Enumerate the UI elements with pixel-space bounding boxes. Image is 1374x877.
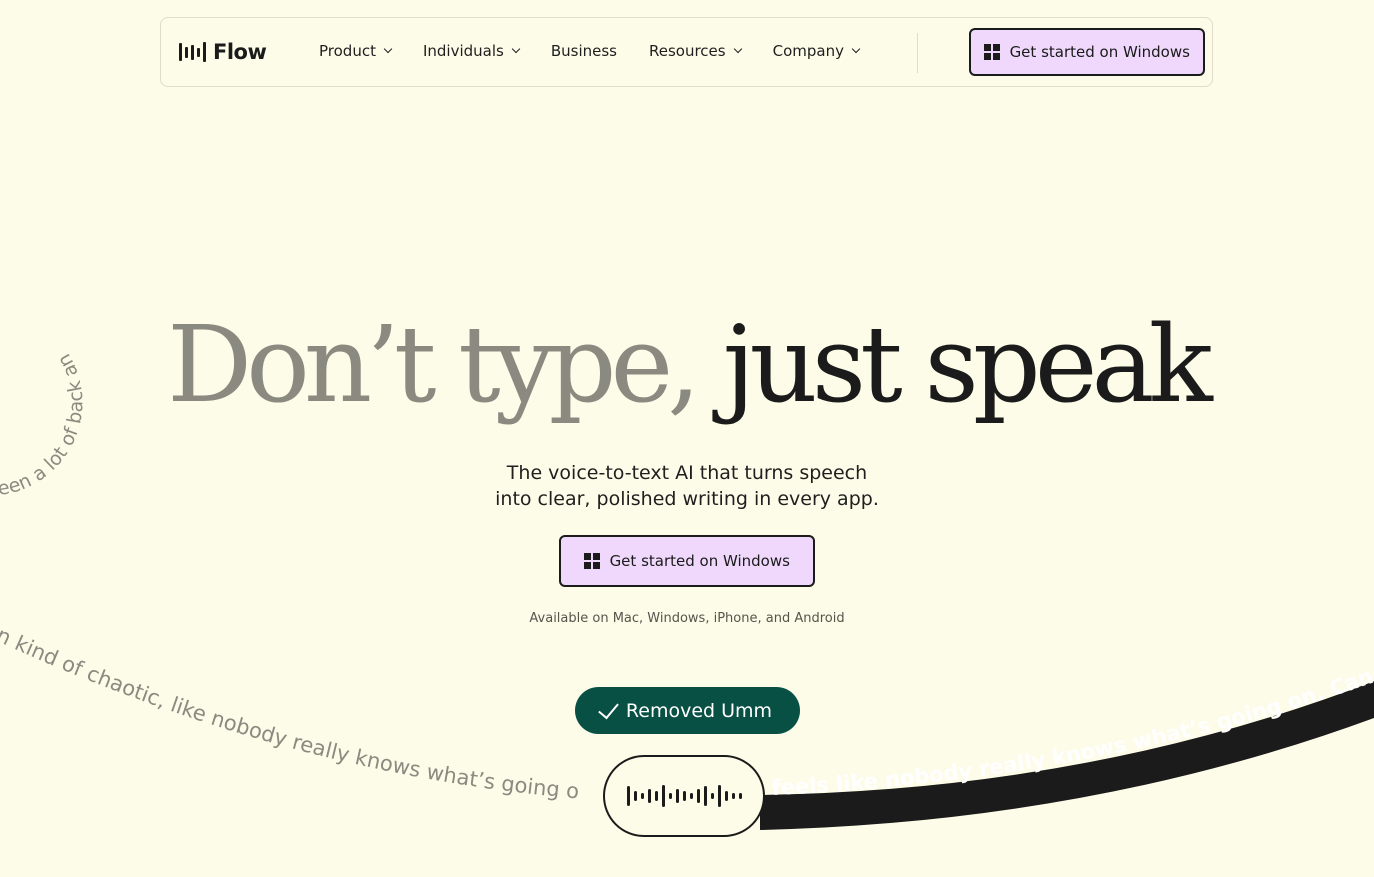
raw-speech-path: n kind of chaotic, like nobody really kn…: [0, 623, 580, 804]
headline-muted: Don’t type,: [167, 303, 701, 426]
hero-cta-label: Get started on Windows: [609, 552, 790, 570]
hero-subtitle: The voice-to-text AI that turns speech i…: [437, 460, 937, 512]
voice-waveform-pill: [603, 755, 765, 837]
check-icon: [598, 697, 619, 719]
subtitle-line-1: The voice-to-text AI that turns speech: [506, 462, 868, 484]
speech-text-ribbons: een a lot of back an n kind of chaotic, …: [0, 0, 1374, 830]
hero-headline: Don’t type, just speak: [0, 300, 1374, 430]
subtitle-line-2: into clear, polished writing in every ap…: [495, 488, 879, 510]
removed-filler-badge: Removed Umm: [575, 687, 800, 734]
hero-get-started-windows-button[interactable]: Get started on Windows: [559, 535, 815, 587]
windows-logo-icon: [584, 553, 600, 569]
waveform-icon: [626, 785, 742, 807]
headline-emphasis: just speak: [722, 303, 1213, 426]
raw-speech-text: n kind of chaotic, like nobody really kn…: [0, 623, 580, 804]
availability-note: Available on Mac, Windows, iPhone, and A…: [529, 611, 845, 626]
removed-badge-label: Removed Umm: [625, 699, 773, 722]
